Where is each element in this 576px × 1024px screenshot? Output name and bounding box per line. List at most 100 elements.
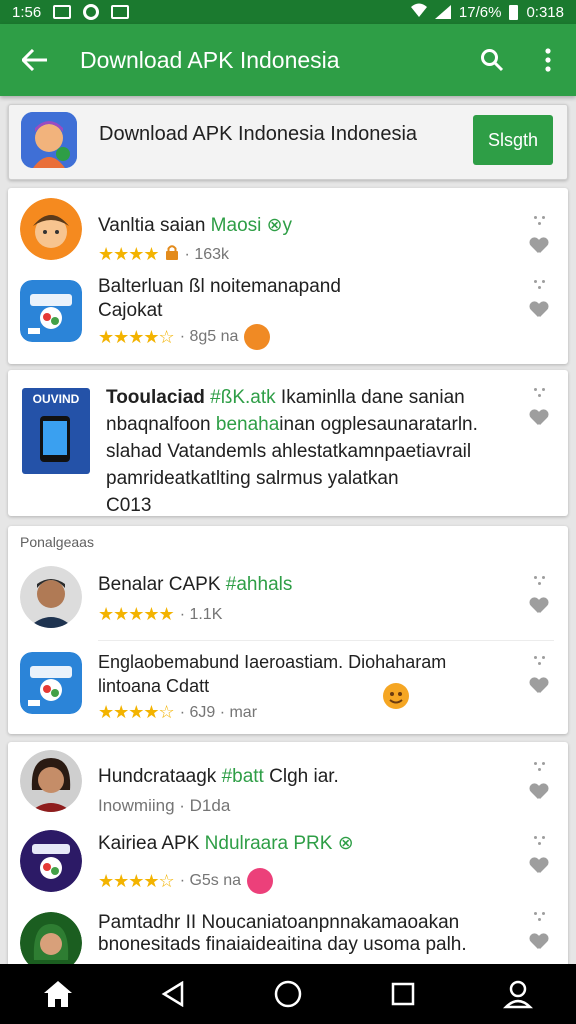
rating-stars: ★★★★☆ xyxy=(98,870,175,891)
rating-count: · 6J9 · mar xyxy=(179,703,258,721)
featured-line: pamrideatkatlting salrmus yalatkan xyxy=(106,468,399,489)
app-subtitle: lintoana Cdatt xyxy=(98,676,210,696)
home-icon xyxy=(43,981,72,1007)
home-button[interactable] xyxy=(28,964,88,1024)
more-dots-icon xyxy=(534,912,546,924)
developer-avatar xyxy=(20,566,82,628)
search-button[interactable] xyxy=(464,24,520,96)
featured-app-icon: OUVIND xyxy=(22,388,90,474)
more-dots-icon xyxy=(534,762,546,774)
app-rating: ★★★★ · 163k xyxy=(98,244,229,265)
app-rating: ★★★★☆ · 6J9 · mar xyxy=(98,702,257,723)
developer-avatar xyxy=(20,750,82,812)
more-vert-icon xyxy=(545,48,551,72)
app-rating: ★★★★☆ · G5s na xyxy=(98,868,274,894)
list-item[interactable]: Kairiea APK Ndulraara PRK ⊗ ★★★★☆ · G5s … xyxy=(8,830,568,906)
app-list-card-2: Ponalgeaas Benalar CAPK #ahhals ★★★★★ · … xyxy=(8,526,568,734)
list-item[interactable]: Balterluan ßl noitemanapand Cajokat ★★★★… xyxy=(8,276,568,360)
app-icon xyxy=(20,652,82,714)
battery-icon xyxy=(509,4,519,20)
featured-line: Tooulaciad #ßK.atk Ikaminlla dane sanian xyxy=(106,387,465,408)
rating-stars: ★★★★★ xyxy=(98,604,175,624)
app-name-text: Vanltia saian xyxy=(98,215,206,236)
rating-stars: ★★★★ xyxy=(98,244,160,264)
app-icon xyxy=(20,830,82,892)
wishlist-button[interactable] xyxy=(524,836,554,882)
search-query-text: Download APK Indonesia Indonesia xyxy=(99,123,418,145)
list-item[interactable]: Englaobemabund Iaeroastiam. Diohaharam l… xyxy=(8,650,568,730)
wishlist-button[interactable] xyxy=(524,216,554,262)
app-name: Vanltia saian Maosi ⊗y xyxy=(98,214,292,237)
wishlist-button[interactable] xyxy=(524,912,554,958)
app-icon xyxy=(20,280,82,342)
app-logo-icon xyxy=(21,112,77,168)
overview-button[interactable] xyxy=(373,964,433,1024)
overflow-menu-button[interactable] xyxy=(520,24,576,96)
list-item[interactable]: Pamtadhr II Noucaniatoanpnnakamaoakan bn… xyxy=(8,912,568,972)
battery-percent: 17/6% xyxy=(458,3,502,21)
app-list-card-3: Hundcrataagk #batt Clgh iar. Inowmiing ·… xyxy=(8,742,568,972)
app-subtitle: Cajokat xyxy=(98,300,163,321)
status-bar: 1:56 17/6% 0:318 xyxy=(0,0,576,24)
page-title: Download APK Indonesia xyxy=(80,46,340,73)
wishlist-button[interactable] xyxy=(524,762,554,808)
recents-home-button[interactable] xyxy=(258,964,318,1024)
app-avatar-icon xyxy=(20,198,82,260)
rating-count: · 8g5 na xyxy=(179,328,239,345)
featured-line: slahad Vatandemls ahlestatkamnpaetiavrai… xyxy=(106,441,472,462)
rating-count: · 1.1K xyxy=(179,605,223,623)
wishlist-button[interactable] xyxy=(524,656,554,702)
wifi-icon xyxy=(410,3,427,21)
list-item[interactable]: Vanltia saian Maosi ⊗y ★★★★ · 163k xyxy=(8,198,568,278)
app-name: Pamtadhr II Noucaniatoanpnnakamaoakan xyxy=(98,912,460,933)
list-item[interactable]: Hundcrataagk #batt Clgh iar. Inowmiing ·… xyxy=(8,750,568,826)
featured-line: nbaqnalfoon benahainan ogplesaunaratarln… xyxy=(106,414,478,435)
status-time: 1:56 xyxy=(12,3,42,21)
rating-stars: ★★★★☆ xyxy=(98,326,175,347)
wishlist-button[interactable] xyxy=(524,388,554,434)
app-subtitle: Inowmiing · D1da xyxy=(98,796,231,815)
app-developer-text: Maosi ⊗y xyxy=(210,215,293,236)
more-dots-icon xyxy=(534,576,546,588)
app-name: Hundcrataagk #batt Clgh iar. xyxy=(98,766,339,787)
back-nav-button[interactable] xyxy=(143,964,203,1024)
app-name: Balterluan ßl noitemanapand xyxy=(98,276,341,297)
search-card: Download APK Indonesia Indonesia Slsgth xyxy=(8,104,568,180)
developer-badge-icon xyxy=(244,324,271,350)
phone-icon xyxy=(40,416,70,462)
notification-circle-icon xyxy=(83,4,100,20)
emoji-badge-icon xyxy=(382,682,410,715)
back-button[interactable] xyxy=(0,24,70,96)
account-button[interactable] xyxy=(488,964,548,1024)
heart-icon xyxy=(530,598,548,614)
list-item[interactable]: Benalar CAPK #ahhals ★★★★★ · 1.1K xyxy=(8,566,568,650)
system-nav-bar xyxy=(0,964,576,1024)
notification-photo-icon xyxy=(111,5,130,19)
heart-icon xyxy=(530,678,548,694)
app-rating: ★★★★☆ · 8g5 na xyxy=(98,324,271,350)
notification-image-icon xyxy=(53,5,72,19)
heart-icon xyxy=(530,238,548,254)
app-rating: ★★★★★ · 1.1K xyxy=(98,604,222,625)
app-name: Kairiea APK Ndulraara PRK ⊗ xyxy=(98,833,354,854)
featured-code: C013 xyxy=(106,495,152,516)
more-dots-icon xyxy=(534,216,546,228)
featured-app-card[interactable]: OUVIND Tooulaciad #ßK.atk Ikaminlla dane… xyxy=(8,370,568,516)
triangle-back-icon xyxy=(161,981,184,1007)
more-dots-icon xyxy=(534,388,546,400)
app-list-card-1: Vanltia saian Maosi ⊗y ★★★★ · 163k Balte… xyxy=(8,188,568,364)
heart-icon xyxy=(530,302,548,318)
heart-icon xyxy=(530,784,548,800)
search-submit-button[interactable]: Slsgth xyxy=(473,115,553,165)
rating-count: · 163k xyxy=(184,245,230,263)
more-dots-icon xyxy=(534,836,546,848)
circle-home-icon xyxy=(274,980,302,1008)
signal-icon xyxy=(434,5,451,19)
app-name: Benalar CAPK #ahhals xyxy=(98,574,293,595)
wishlist-button[interactable] xyxy=(524,576,554,622)
wishlist-button[interactable] xyxy=(524,280,554,326)
lock-icon xyxy=(165,244,179,265)
heart-icon xyxy=(530,858,548,874)
heart-icon xyxy=(530,934,548,950)
rating-stars: ★★★★☆ xyxy=(98,702,175,722)
